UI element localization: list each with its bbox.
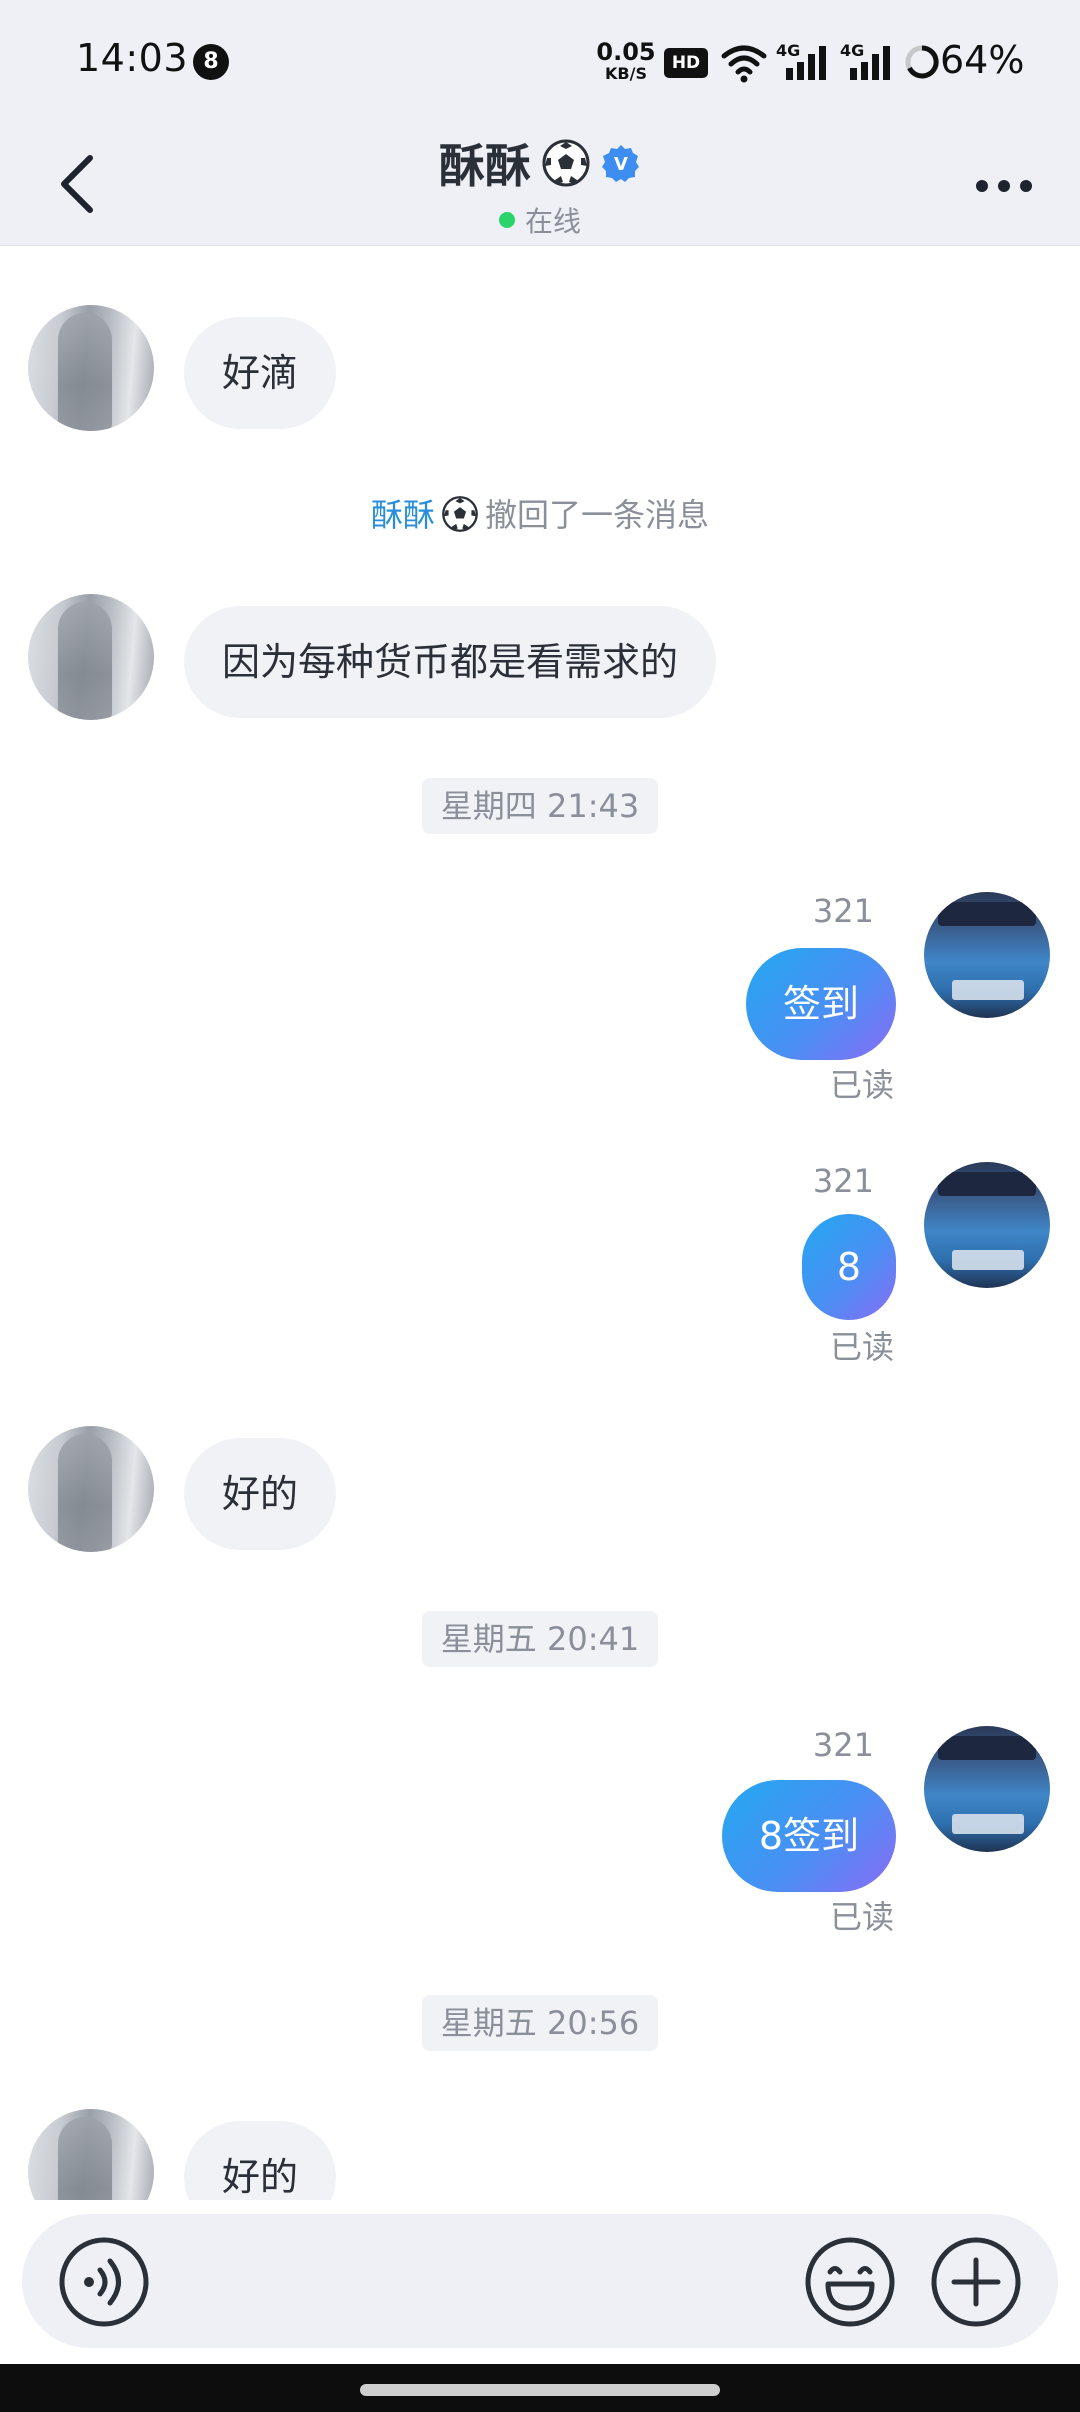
emoji-icon[interactable] <box>802 2234 898 2330</box>
recall-notice: 酥酥 撤回了一条消息 <box>0 490 1080 536</box>
contact-name-row: 酥酥 V <box>439 130 641 196</box>
battery-percent: 64% <box>940 38 1025 82</box>
contact-avatar[interactable] <box>28 305 154 431</box>
message-input[interactable] <box>22 2214 1058 2348</box>
network-speed-unit: KB/S <box>605 64 647 83</box>
outgoing-message-bubble[interactable]: 8签到 <box>722 1780 896 1892</box>
status-bar: 14:03 8 0.05 KB/S HD 4G 4G 64% <box>0 0 1080 124</box>
hd-voice-icon: HD <box>664 48 708 78</box>
home-gesture-handle[interactable] <box>360 2384 720 2396</box>
contact-avatar[interactable] <box>28 594 154 720</box>
signal-4g-label: 4G <box>776 41 800 60</box>
status-time: 14:03 <box>76 36 189 80</box>
sender-name: 321 <box>812 1162 874 1200</box>
read-receipt: 已读 <box>829 1328 894 1366</box>
chat-header: 酥酥 V 在线 <box>0 124 1080 246</box>
signal-4g-label-2: 4G <box>840 41 864 60</box>
online-status: 在线 <box>498 200 581 240</box>
read-receipt: 已读 <box>829 1066 894 1104</box>
time-divider: 星期五 20:41 <box>422 1611 658 1667</box>
incoming-message-bubble[interactable]: 好滴 <box>184 317 337 429</box>
outgoing-message-bubble[interactable]: 8 <box>802 1214 896 1320</box>
online-status-text: 在线 <box>524 205 581 238</box>
system-nav-bar <box>0 2364 1080 2412</box>
network-speed: 0.05 KB/S <box>596 40 656 82</box>
verified-icon: V <box>602 145 639 182</box>
voice-icon[interactable] <box>56 2234 152 2330</box>
sender-name: 321 <box>812 1726 874 1764</box>
my-avatar[interactable] <box>924 1162 1050 1288</box>
battery-icon <box>905 45 939 79</box>
sender-name: 321 <box>812 892 874 930</box>
verified-badge-letter: V <box>614 154 628 175</box>
my-avatar[interactable] <box>924 1726 1050 1852</box>
notification-count-badge: 8 <box>193 44 229 80</box>
time-divider: 星期四 21:43 <box>422 778 658 834</box>
time-divider: 星期五 20:56 <box>422 1995 658 2051</box>
soccer-ball-icon-small <box>442 496 478 532</box>
chat-title[interactable]: 酥酥 V 在线 <box>0 130 1080 240</box>
network-speed-value: 0.05 <box>596 38 656 66</box>
recall-notice-text: 撤回了一条消息 <box>485 496 710 534</box>
contact-avatar[interactable] <box>28 1426 154 1552</box>
more-icon[interactable] <box>968 162 1040 210</box>
recall-notice-name[interactable]: 酥酥 <box>371 496 435 534</box>
composer-area <box>0 2200 1080 2364</box>
contact-name: 酥酥 <box>439 139 531 193</box>
outgoing-message-bubble[interactable]: 签到 <box>746 948 896 1060</box>
online-dot-icon <box>498 212 515 228</box>
soccer-ball-icon <box>542 139 590 187</box>
signal-4g-icon-2: 4G <box>840 41 890 80</box>
my-avatar[interactable] <box>924 892 1050 1018</box>
plus-icon[interactable] <box>928 2234 1024 2330</box>
wifi-icon <box>721 45 767 83</box>
read-receipt: 已读 <box>829 1898 894 1936</box>
incoming-message-bubble[interactable]: 好的 <box>184 1438 337 1550</box>
signal-4g-icon: 4G <box>776 41 826 80</box>
incoming-message-bubble[interactable]: 因为每种货币都是看需求的 <box>184 606 717 718</box>
